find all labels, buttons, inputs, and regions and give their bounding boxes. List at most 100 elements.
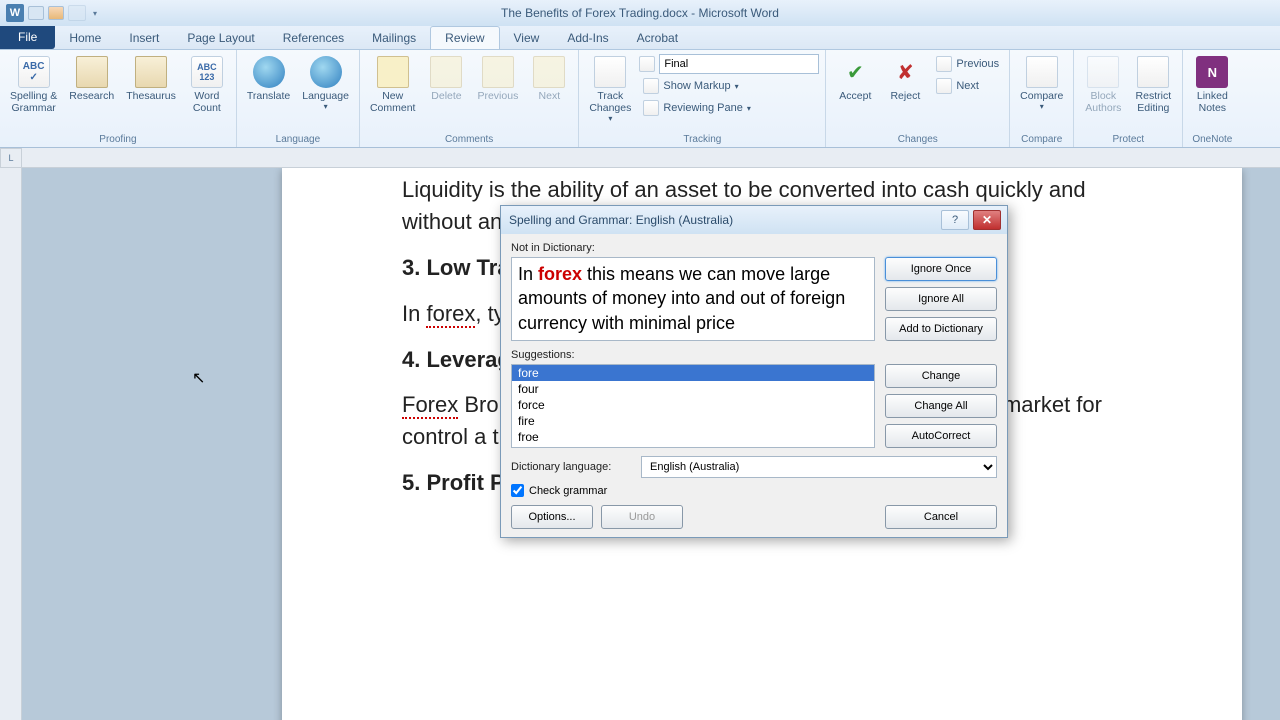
next-change-button[interactable]: Next <box>932 76 1003 96</box>
horizontal-ruler[interactable] <box>22 148 1280 168</box>
next-change-icon <box>936 78 952 94</box>
quick-access-toolbar: W ▾ <box>0 4 100 22</box>
track-changes-icon <box>594 56 626 88</box>
check-grammar-input[interactable] <box>511 484 524 497</box>
new-comment-button[interactable]: New Comment <box>366 54 420 116</box>
tab-page-layout[interactable]: Page Layout <box>173 27 268 49</box>
suggestion-item[interactable]: froe <box>512 429 874 445</box>
translate-icon <box>253 56 285 88</box>
block-authors-button[interactable]: Block Authors <box>1080 54 1126 116</box>
vertical-ruler[interactable] <box>0 168 22 720</box>
reject-button[interactable]: ✘Reject <box>882 54 928 104</box>
undo-icon[interactable] <box>48 6 64 20</box>
ignore-all-button[interactable]: Ignore All <box>885 287 997 311</box>
title-bar: W ▾ The Benefits of Forex Trading.docx -… <box>0 0 1280 26</box>
reviewing-pane-button[interactable]: Reviewing Pane ▾ <box>639 98 819 118</box>
tab-references[interactable]: References <box>269 27 358 49</box>
tab-insert[interactable]: Insert <box>115 27 173 49</box>
group-label-changes: Changes <box>832 132 1003 147</box>
block-authors-icon <box>1087 56 1119 88</box>
tab-view[interactable]: View <box>500 27 554 49</box>
cancel-button[interactable]: Cancel <box>885 505 997 529</box>
compare-button[interactable]: Compare▾ <box>1016 54 1067 113</box>
group-label-proofing: Proofing <box>6 132 230 147</box>
compare-icon <box>1026 56 1058 88</box>
dialog-title: Spelling and Grammar: English (Australia… <box>509 213 733 227</box>
tab-review[interactable]: Review <box>430 26 499 49</box>
research-button[interactable]: Research <box>65 54 118 104</box>
window-title: The Benefits of Forex Trading.docx - Mic… <box>501 6 779 20</box>
redo-icon <box>68 5 86 21</box>
previous-comment-button[interactable]: Previous <box>473 54 522 104</box>
dialog-help-button[interactable]: ? <box>941 210 969 230</box>
tab-home[interactable]: Home <box>55 27 115 49</box>
reviewing-pane-icon <box>643 100 659 116</box>
next-comment-icon <box>533 56 565 88</box>
tab-addins[interactable]: Add-Ins <box>553 27 622 49</box>
group-proofing: ABC✓Spelling & Grammar Research Thesauru… <box>0 50 237 147</box>
change-button[interactable]: Change <box>885 364 997 388</box>
group-compare: Compare▾ Compare <box>1010 50 1074 147</box>
suggestion-item[interactable]: four <box>512 381 874 397</box>
display-mode-icon <box>639 56 655 72</box>
group-protect: Block Authors Restrict Editing Protect <box>1074 50 1183 147</box>
restrict-editing-icon <box>1137 56 1169 88</box>
suggestion-item[interactable]: fore <box>512 365 874 381</box>
suggestions-listbox[interactable]: fore four force fire froe <box>511 364 875 448</box>
language-button[interactable]: Language▾ <box>298 54 353 113</box>
group-label-onenote: OneNote <box>1189 132 1235 147</box>
previous-change-button[interactable]: Previous <box>932 54 1003 74</box>
group-tracking: Track Changes▾ Show Markup ▾ Reviewing P… <box>579 50 826 147</box>
change-all-button[interactable]: Change All <box>885 394 997 418</box>
abc-check-icon: ABC✓ <box>18 56 50 88</box>
previous-change-icon <box>936 56 952 72</box>
new-comment-icon <box>377 56 409 88</box>
word-count-button[interactable]: ABC123Word Count <box>184 54 230 116</box>
word-count-icon: ABC123 <box>191 56 223 88</box>
save-icon[interactable] <box>28 6 44 20</box>
ribbon-tabs: File Home Insert Page Layout References … <box>0 26 1280 50</box>
dictionary-language-select[interactable]: English (Australia) <box>641 456 997 478</box>
restrict-editing-button[interactable]: Restrict Editing <box>1130 54 1176 116</box>
suggestion-item[interactable]: force <box>512 397 874 413</box>
word-app-icon[interactable]: W <box>6 4 24 22</box>
dialog-close-button[interactable]: ✕ <box>973 210 1001 230</box>
group-label-protect: Protect <box>1080 132 1176 147</box>
group-label-comments: Comments <box>366 132 572 147</box>
group-label-language: Language <box>243 132 353 147</box>
accept-icon: ✔ <box>839 56 871 88</box>
tab-acrobat[interactable]: Acrobat <box>623 27 692 49</box>
show-markup-icon <box>643 78 659 94</box>
not-in-dictionary-label: Not in Dictionary: <box>511 242 997 254</box>
dictionary-language-label: Dictionary language: <box>511 461 631 473</box>
accept-button[interactable]: ✔Accept <box>832 54 878 104</box>
not-in-dictionary-textbox[interactable]: In forex this means we can move large am… <box>511 257 875 341</box>
thesaurus-button[interactable]: Thesaurus <box>122 54 180 104</box>
ribbon: ABC✓Spelling & Grammar Research Thesauru… <box>0 50 1280 148</box>
ruler-corner[interactable]: L <box>0 148 22 168</box>
autocorrect-button[interactable]: AutoCorrect <box>885 424 997 448</box>
ignore-once-button[interactable]: Ignore Once <box>885 257 997 281</box>
next-comment-button[interactable]: Next <box>526 54 572 104</box>
add-to-dictionary-button[interactable]: Add to Dictionary <box>885 317 997 341</box>
suggestion-item[interactable]: fire <box>512 413 874 429</box>
tab-file[interactable]: File <box>0 25 55 49</box>
language-icon <box>310 56 342 88</box>
group-changes: ✔Accept ✘Reject Previous Next Changes <box>826 50 1010 147</box>
linked-notes-button[interactable]: NLinked Notes <box>1189 54 1235 116</box>
suggestions-label: Suggestions: <box>511 349 997 361</box>
display-mode-select[interactable] <box>659 54 819 74</box>
delete-comment-button[interactable]: Delete <box>423 54 469 104</box>
spelling-grammar-dialog: Spelling and Grammar: English (Australia… <box>500 205 1008 538</box>
check-grammar-checkbox[interactable]: Check grammar <box>511 484 997 497</box>
qat-dropdown-icon[interactable]: ▾ <box>90 5 100 21</box>
spelling-grammar-button[interactable]: ABC✓Spelling & Grammar <box>6 54 61 116</box>
undo-button: Undo <box>601 505 683 529</box>
track-changes-button[interactable]: Track Changes▾ <box>585 54 635 125</box>
tab-mailings[interactable]: Mailings <box>358 27 430 49</box>
delete-comment-icon <box>430 56 462 88</box>
show-markup-button[interactable]: Show Markup ▾ <box>639 76 819 96</box>
options-button[interactable]: Options... <box>511 505 593 529</box>
dialog-title-bar[interactable]: Spelling and Grammar: English (Australia… <box>501 206 1007 234</box>
translate-button[interactable]: Translate <box>243 54 294 104</box>
